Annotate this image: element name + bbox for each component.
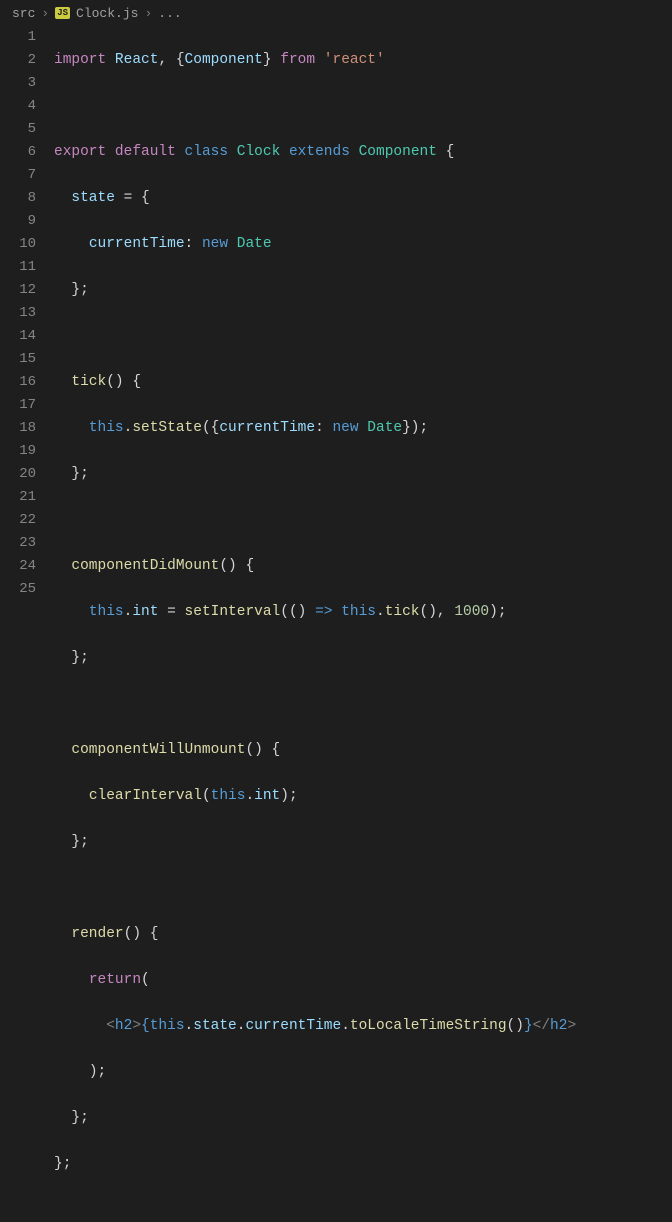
chevron-right-icon: › [41, 6, 49, 21]
line-number: 22 [0, 509, 36, 532]
line-number: 14 [0, 325, 36, 348]
breadcrumb-folder[interactable]: src [12, 6, 35, 21]
code-line: }; [54, 279, 672, 302]
code-line: ); [54, 1061, 672, 1084]
code-line [54, 509, 672, 532]
line-number: 11 [0, 256, 36, 279]
line-number: 3 [0, 72, 36, 95]
code-line: this.setState({currentTime: new Date}); [54, 417, 672, 440]
js-file-icon: JS [55, 7, 70, 19]
line-number: 16 [0, 371, 36, 394]
line-number: 25 [0, 578, 36, 601]
breadcrumb-ellipsis[interactable]: ... [158, 6, 181, 21]
line-number: 15 [0, 348, 36, 371]
code-line: currentTime: new Date [54, 233, 672, 256]
code-line [54, 693, 672, 716]
line-number: 18 [0, 417, 36, 440]
line-number: 12 [0, 279, 36, 302]
line-number-gutter: 1 2 3 4 5 6 7 8 9 10 11 12 13 14 15 16 1… [0, 26, 54, 1222]
code-line: return( [54, 969, 672, 992]
code-editor[interactable]: 1 2 3 4 5 6 7 8 9 10 11 12 13 14 15 16 1… [0, 26, 672, 1222]
code-content[interactable]: import React, {Component} from 'react' e… [54, 26, 672, 1222]
code-line: componentWillUnmount() { [54, 739, 672, 762]
code-line: <h2>{this.state.currentTime.toLocaleTime… [54, 1015, 672, 1038]
code-line: import React, {Component} from 'react' [54, 49, 672, 72]
line-number: 1 [0, 26, 36, 49]
code-line: render() { [54, 923, 672, 946]
chevron-right-icon: › [144, 6, 152, 21]
code-line: }; [54, 1107, 672, 1130]
line-number: 19 [0, 440, 36, 463]
code-line: }; [54, 831, 672, 854]
line-number: 4 [0, 95, 36, 118]
line-number: 17 [0, 394, 36, 417]
code-line: }; [54, 1153, 672, 1176]
line-number: 20 [0, 463, 36, 486]
code-line [54, 877, 672, 900]
code-line: export default class Clock extends Compo… [54, 141, 672, 164]
code-line: }; [54, 647, 672, 670]
line-number: 21 [0, 486, 36, 509]
code-line [54, 325, 672, 348]
code-line: componentDidMount() { [54, 555, 672, 578]
line-number: 5 [0, 118, 36, 141]
line-number: 10 [0, 233, 36, 256]
code-line: }; [54, 463, 672, 486]
code-line: state = { [54, 187, 672, 210]
line-number: 8 [0, 187, 36, 210]
line-number: 24 [0, 555, 36, 578]
code-line [54, 95, 672, 118]
code-line: tick() { [54, 371, 672, 394]
code-line: this.int = setInterval(() => this.tick()… [54, 601, 672, 624]
line-number: 7 [0, 164, 36, 187]
line-number: 2 [0, 49, 36, 72]
line-number: 9 [0, 210, 36, 233]
line-number: 13 [0, 302, 36, 325]
breadcrumb[interactable]: src › JS Clock.js › ... [0, 0, 672, 26]
line-number: 23 [0, 532, 36, 555]
breadcrumb-file[interactable]: Clock.js [76, 6, 138, 21]
code-line: clearInterval(this.int); [54, 785, 672, 808]
line-number: 6 [0, 141, 36, 164]
